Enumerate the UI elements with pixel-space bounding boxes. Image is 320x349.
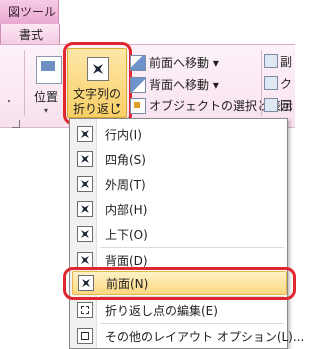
align-button[interactable]: 副 (264, 52, 295, 70)
picture-tools-context-header: 図ツール (0, 0, 59, 24)
align-icon (264, 54, 278, 68)
tight-wrap-icon (77, 176, 93, 192)
wrap-text-menu: 行内(I) 四角(S) 外周(T) 内部(H) 上下(O) 背面(D) 前面(N… (69, 118, 304, 349)
chevron-down-icon: ▾ (44, 106, 49, 115)
group-button[interactable]: ク (264, 74, 295, 92)
menu-item-through[interactable]: 内部(H) (72, 198, 285, 220)
menu-item-more-layout-options[interactable]: その他のレイアウト オプション(L)... (72, 325, 304, 347)
edit-wrap-points-icon (77, 302, 93, 318)
context-tab-label: 図ツール (8, 5, 57, 19)
selection-pane-button[interactable]: オブジェクトの選択と表示 (130, 95, 293, 115)
tab-format-label: 書式 (19, 28, 44, 42)
menu-item-square[interactable]: 四角(S) (72, 148, 285, 170)
square-wrap-icon (77, 151, 93, 167)
send-backward-icon (130, 77, 146, 93)
send-backward-label: 背面へ移動 ▾ (149, 78, 219, 92)
send-backward-button[interactable]: 背面へ移動 ▾ (130, 74, 250, 94)
behind-text-icon (77, 252, 93, 268)
annotation-ring-in-front-item (63, 267, 296, 300)
tab-format[interactable]: 書式 (0, 24, 60, 44)
bring-forward-button[interactable]: 前面へ移動 ▾ (130, 52, 250, 72)
menu-item-top-bottom[interactable]: 上下(O) (72, 223, 285, 245)
position-button-label: 位置 (34, 90, 59, 104)
through-wrap-icon (77, 201, 93, 217)
menu-separator (100, 323, 284, 324)
truncated-group-label: ・ (4, 97, 14, 108)
bring-forward-label: 前面へ移動 ▾ (149, 56, 219, 70)
top-bottom-wrap-icon (77, 226, 93, 242)
rotate-icon (264, 98, 278, 112)
more-layout-options-icon (77, 328, 93, 344)
menu-item-tight[interactable]: 外周(T) (72, 173, 285, 195)
annotation-ring-wrap-button (63, 42, 132, 125)
position-button[interactable]: 位置 ▾ (30, 52, 66, 115)
menu-item-edit-wrap-points[interactable]: 折り返し点の編集(E) (72, 299, 285, 321)
position-icon (36, 56, 62, 84)
group-divider-right (261, 50, 262, 116)
bring-forward-icon (130, 55, 146, 71)
rotate-button[interactable]: 回 (264, 96, 295, 114)
menu-separator (100, 247, 284, 248)
group-icon (264, 76, 278, 90)
inline-wrap-icon (77, 126, 93, 142)
dialog-launcher-icon[interactable] (12, 120, 20, 128)
menu-item-inline[interactable]: 行内(I) (72, 123, 285, 145)
selection-pane-icon (130, 98, 146, 114)
group-divider-left (24, 50, 25, 116)
